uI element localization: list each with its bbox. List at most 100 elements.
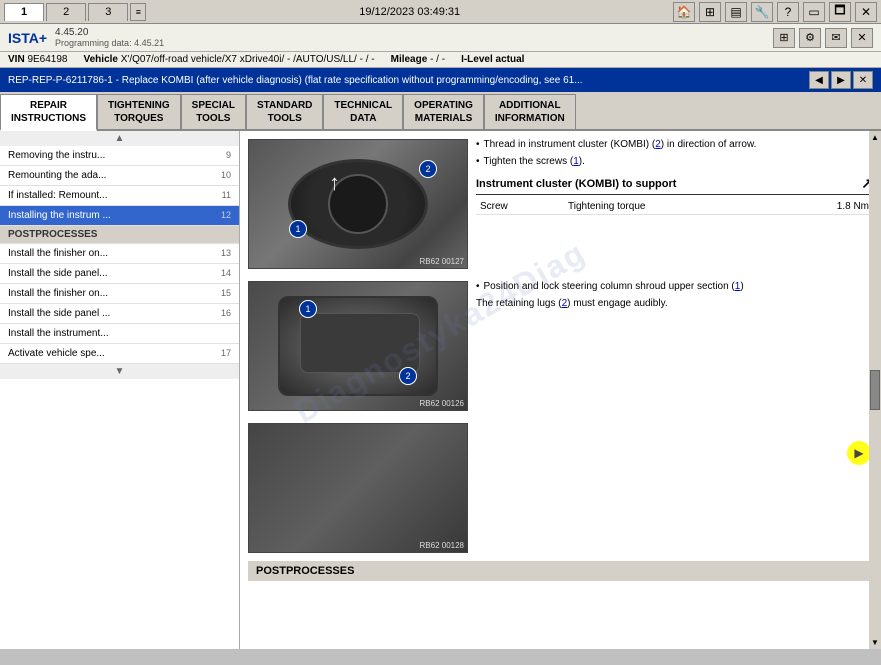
breadcrumb-close[interactable]: ✕ [853,71,873,89]
content-section-3: RB62 00128 [248,423,873,553]
left-section-postprocesses: POSTPROCESSES [0,226,239,244]
left-item-16[interactable]: Install the side panel ... 16 [0,304,239,324]
app-close-icon[interactable]: ✕ [851,28,873,48]
left-item-label: If installed: Remount... [8,190,108,201]
panel-icon[interactable]: ▤ [725,2,747,22]
table-header-1: Instrument cluster (KOMBI) to support ↗ [476,175,873,195]
app-settings-icon[interactable]: ⚙ [799,28,821,48]
image-label-3: RB62 00128 [420,541,464,550]
title-tab-1[interactable]: 1 [4,3,44,21]
left-item-label: Install the finisher on... [8,248,108,259]
left-item-label: Activate vehicle spe... [8,348,105,359]
left-item-num: 11 [211,190,231,200]
left-item-label: Install the finisher on... [8,288,108,299]
link-2b[interactable]: 2 [562,298,568,309]
app-grid-icon[interactable]: ⊞ [773,28,795,48]
table-row-1: Screw Tightening torque 1.8 Nm [476,199,873,215]
left-item-label: Installing the instrum ... [8,210,111,221]
tab-special-tools[interactable]: SPECIALTOOLS [181,94,246,129]
left-item-10[interactable]: Remounting the ada... 10 [0,166,239,186]
image-label-2: RB62 00126 [420,399,464,408]
breadcrumb-prev[interactable]: ◀ [809,71,829,89]
tabs-bar: REPAIRINSTRUCTIONS TIGHTENINGTORQUES SPE… [0,92,881,131]
vehicle-label: Vehicle X'/Q07/off-road vehicle/X7 xDriv… [84,54,375,65]
left-item-num: 14 [211,268,231,278]
left-item-11[interactable]: If installed: Remount... 11 [0,186,239,206]
tab-repair-instructions[interactable]: REPAIRINSTRUCTIONS [0,94,97,131]
left-item-17[interactable]: Activate vehicle spe... 17 [0,344,239,364]
title-icons: 🏠 ⊞ ▤ 🔧 ? ▭ 🗖 ✕ [673,2,877,22]
image-2: 1 2 RB62 00126 [248,281,468,411]
table-cell-type: Tightening torque [564,199,774,215]
content-split: ▲ Removing the instru... 9 Remounting th… [0,131,881,649]
tab-additional-information[interactable]: ADDITIONALINFORMATION [484,94,576,129]
left-item-num: 12 [211,210,231,220]
right-scrollbar[interactable]: ▲ ▼ [869,131,881,649]
main-content: REPAIRINSTRUCTIONS TIGHTENINGTORQUES SPE… [0,92,881,649]
help-icon[interactable]: ? [777,2,799,22]
bullet-2: • Tighten the screws (1). [476,156,873,167]
title-bar: 1 2 3 ≡ 19/12/2023 03:49:31 🏠 ⊞ ▤ 🔧 ? ▭ … [0,0,881,24]
left-item-15[interactable]: Install the finisher on... 15 [0,284,239,304]
minimize-icon[interactable]: ▭ [803,2,825,22]
bullet-3: • Position and lock steering column shro… [476,281,873,292]
wrench-icon[interactable]: 🔧 [751,2,773,22]
mileage-label: Mileage - / - [391,54,445,65]
postprocesses-header: POSTPROCESSES [248,561,873,581]
scroll-down[interactable]: ▼ [0,364,239,379]
left-item-num: 17 [211,348,231,358]
left-item-12[interactable]: Installing the instrum ... 12 [0,206,239,226]
breadcrumb-nav: ◀ ▶ ✕ [809,71,873,89]
tab-operating-materials[interactable]: OPERATINGMATERIALS [403,94,484,129]
title-tabs: 1 2 3 ≡ [4,3,146,21]
app-mail-icon[interactable]: ✉ [825,28,847,48]
content-section-2: 1 2 RB62 00126 • Position and lock steer… [248,281,873,411]
left-item-label: Install the side panel ... [8,308,110,319]
app-bar: ISTA+ 4.45.20 Programming data: 4.45.21 … [0,24,881,52]
grid-icon[interactable]: ⊞ [699,2,721,22]
left-item-num: 9 [211,150,231,160]
prog-data: Programming data: 4.45.21 [55,38,164,48]
left-item-num: 13 [211,248,231,258]
left-item-label: Install the instrument... [8,328,109,339]
image-3: RB62 00128 [248,423,468,553]
content-text-1: • Thread in instrument cluster (KOMBI) (… [476,139,873,269]
left-item-instrument[interactable]: Install the instrument... [0,324,239,344]
table-header-text: Instrument cluster (KOMBI) to support [476,178,676,190]
info-bar: VIN 9E64198 Vehicle X'/Q07/off-road vehi… [0,52,881,68]
breadcrumb-text: REP-REP-P-6211786-1 - Replace KOMBI (aft… [8,75,809,86]
home-icon[interactable]: 🏠 [673,2,695,22]
close-icon[interactable]: ✕ [855,2,877,22]
table-cell-part: Screw [476,199,564,215]
left-item-num: 10 [211,170,231,180]
breadcrumb-next[interactable]: ▶ [831,71,851,89]
table-section-1: Instrument cluster (KOMBI) to support ↗ … [476,175,873,215]
tab-standard-tools[interactable]: STANDARDTOOLS [246,94,323,129]
left-item-num: 15 [211,288,231,298]
ilevel-label: I-Level actual [461,54,524,65]
link-2[interactable]: 2 [655,139,661,150]
scroll-up[interactable]: ▲ [0,131,239,146]
table-cell-value: 1.8 Nm [774,199,873,215]
left-item-label: Install the side panel... [8,268,108,279]
list-icon[interactable]: ≡ [130,3,146,21]
bullet-4: The retaining lugs (2) must engage audib… [476,298,873,309]
link-1[interactable]: 1 [573,156,579,167]
data-table-1: Screw Tightening torque 1.8 Nm [476,199,873,215]
left-item-14[interactable]: Install the side panel... 14 [0,264,239,284]
tab-technical-data[interactable]: TECHNICALDATA [323,94,403,129]
maximize-icon[interactable]: 🗖 [829,2,851,22]
left-item-9[interactable]: Removing the instru... 9 [0,146,239,166]
content-section-1: ↑ 2 1 RB62 00127 • Thread in instrument … [248,139,873,269]
title-tab-2[interactable]: 2 [46,3,86,21]
app-version: 4.45.20 [55,27,164,38]
right-panel: ↑ 2 1 RB62 00127 • Thread in instrument … [240,131,881,649]
content-text-2: • Position and lock steering column shro… [476,281,873,411]
image-label-1: RB62 00127 [420,257,464,266]
left-item-num: 16 [211,308,231,318]
tab-tightening-torques[interactable]: TIGHTENINGTORQUES [97,94,181,129]
left-item-13[interactable]: Install the finisher on... 13 [0,244,239,264]
title-tab-3[interactable]: 3 [88,3,128,21]
link-1b[interactable]: 1 [735,281,741,292]
app-title: ISTA+ [8,30,47,46]
